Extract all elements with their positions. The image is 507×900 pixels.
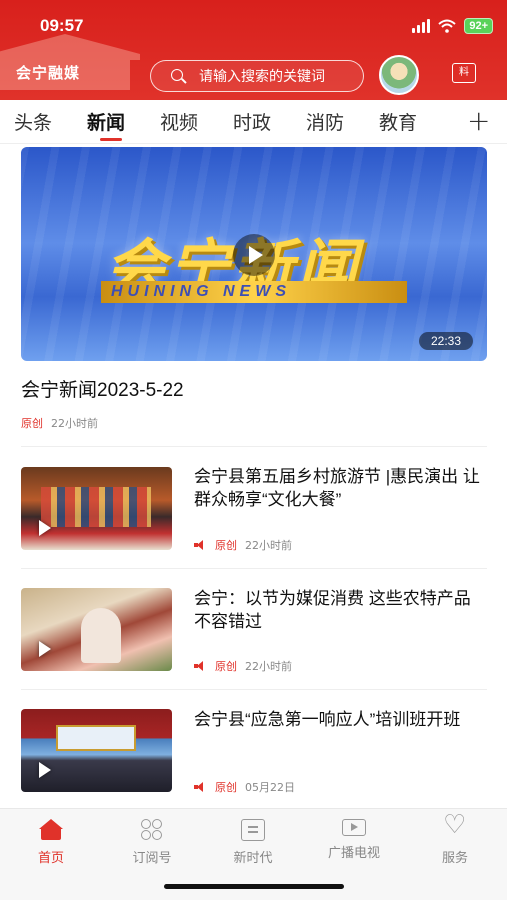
original-badge: 原创 [21, 417, 43, 430]
avatar[interactable] [379, 55, 419, 95]
nav-new-era[interactable]: 新时代 [213, 819, 293, 866]
play-icon [39, 641, 51, 657]
channel-tabs: 头条 新闻 视频 时政 消防 教育 + [0, 100, 507, 144]
publish-time: 22小时前 [245, 539, 292, 552]
divider [21, 446, 487, 447]
publish-time: 22小时前 [245, 660, 292, 673]
publish-time: 22小时前 [51, 417, 98, 430]
nav-services-label: 服务 [441, 851, 468, 866]
nav-home-label: 首页 [37, 851, 64, 866]
thumbnail-scene [56, 725, 136, 751]
document-icon [241, 819, 265, 841]
featured-title[interactable]: 会宁新闻2023-5-22 [21, 375, 184, 402]
thumbnail-scene [41, 487, 151, 527]
news-meta: 原创 05月22日 [194, 779, 295, 795]
tab-headlines[interactable]: 头条 [14, 108, 52, 135]
subscribe-icon [140, 819, 164, 841]
app-logo: 会宁融媒 [16, 64, 81, 82]
play-icon[interactable] [233, 234, 275, 276]
nav-new-era-label: 新时代 [233, 851, 273, 866]
status-icons: 92+ [412, 18, 493, 34]
original-badge: 原创 [215, 781, 237, 794]
audio-icon[interactable] [194, 661, 207, 671]
battery-indicator: 92+ [464, 18, 493, 34]
banner-subtitle: HUINING NEWS [111, 283, 291, 300]
news-title[interactable]: 会宁县“应急第一响应人”培训班开班 [194, 708, 484, 731]
tab-fire[interactable]: 消防 [306, 108, 344, 135]
news-thumbnail[interactable] [21, 588, 172, 671]
home-icon [39, 819, 63, 841]
publish-time: 05月22日 [245, 781, 295, 794]
active-tab-indicator [100, 138, 122, 141]
nav-broadcast-label: 广播电视 [327, 846, 380, 861]
audio-icon[interactable] [194, 540, 207, 550]
search-icon [171, 69, 183, 81]
divider [21, 568, 487, 569]
divider [21, 689, 487, 690]
tab-news[interactable]: 新闻 [87, 108, 125, 135]
news-title[interactable]: 会宁：以节为媒促消费 这些农特产品不容错过 [194, 587, 484, 633]
signal-icon [412, 19, 431, 33]
tab-politics[interactable]: 时政 [233, 108, 271, 135]
news-title[interactable]: 会宁县第五届乡村旅游节 |惠民演出 让群众畅享“文化大餐” [194, 465, 484, 511]
play-icon [39, 520, 51, 536]
add-channel-icon[interactable]: + [467, 104, 490, 137]
nav-subscriptions-label: 订阅号 [132, 851, 172, 866]
thumbnail-scene [81, 608, 121, 663]
search-placeholder: 请输入搜索的关键词 [199, 69, 325, 85]
nav-subscriptions[interactable]: 订阅号 [112, 819, 192, 866]
original-badge: 原创 [215, 539, 237, 552]
video-duration: 22:33 [418, 332, 473, 350]
nav-home[interactable]: 首页 [11, 819, 91, 866]
news-thumbnail[interactable] [21, 709, 172, 792]
news-meta: 原创 22小时前 [194, 658, 292, 674]
tab-education[interactable]: 教育 [379, 108, 417, 135]
app-header: 09:57 92+ 会宁融媒 请输入搜索的关键词 料 [0, 0, 507, 100]
play-icon [39, 762, 51, 778]
news-meta: 原创 22小时前 [194, 537, 292, 553]
tv-icon [342, 819, 366, 836]
search-input[interactable]: 请输入搜索的关键词 [150, 60, 364, 92]
featured-video[interactable]: 会宁新闻 HUINING NEWS 22:33 [21, 147, 487, 361]
wifi-icon [438, 19, 456, 33]
audio-icon[interactable] [194, 782, 207, 792]
nav-services[interactable]: 服务 [415, 812, 495, 866]
tab-video[interactable]: 视频 [160, 108, 198, 135]
original-badge: 原创 [215, 660, 237, 673]
status-time: 09:57 [40, 16, 84, 35]
news-thumbnail[interactable] [21, 467, 172, 550]
nav-broadcast[interactable]: 广播电视 [314, 819, 394, 861]
home-indicator[interactable] [164, 884, 344, 889]
heart-icon [443, 812, 467, 841]
report-button[interactable]: 料 [452, 63, 476, 83]
featured-meta: 原创 22小时前 [21, 415, 98, 431]
